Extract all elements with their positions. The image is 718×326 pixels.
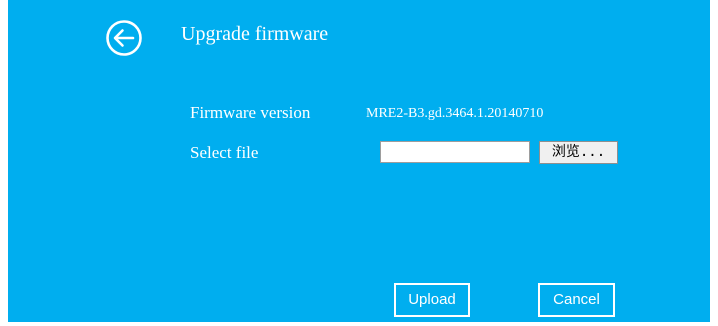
upload-button[interactable]: Upload <box>394 283 470 317</box>
cancel-button[interactable]: Cancel <box>538 283 615 317</box>
back-button[interactable] <box>105 19 143 57</box>
arrow-left-circle-icon <box>106 20 142 56</box>
firmware-version-value: MRE2-B3.gd.3464.1.20140710 <box>366 106 544 121</box>
file-path-input[interactable] <box>380 141 530 163</box>
upgrade-firmware-panel: Upgrade firmware Firmware version MRE2-B… <box>8 0 710 322</box>
page-title: Upgrade firmware <box>181 23 329 45</box>
browse-button[interactable]: 浏览... <box>539 141 618 164</box>
select-file-label: Select file <box>190 143 259 162</box>
firmware-version-label: Firmware version <box>190 103 311 122</box>
